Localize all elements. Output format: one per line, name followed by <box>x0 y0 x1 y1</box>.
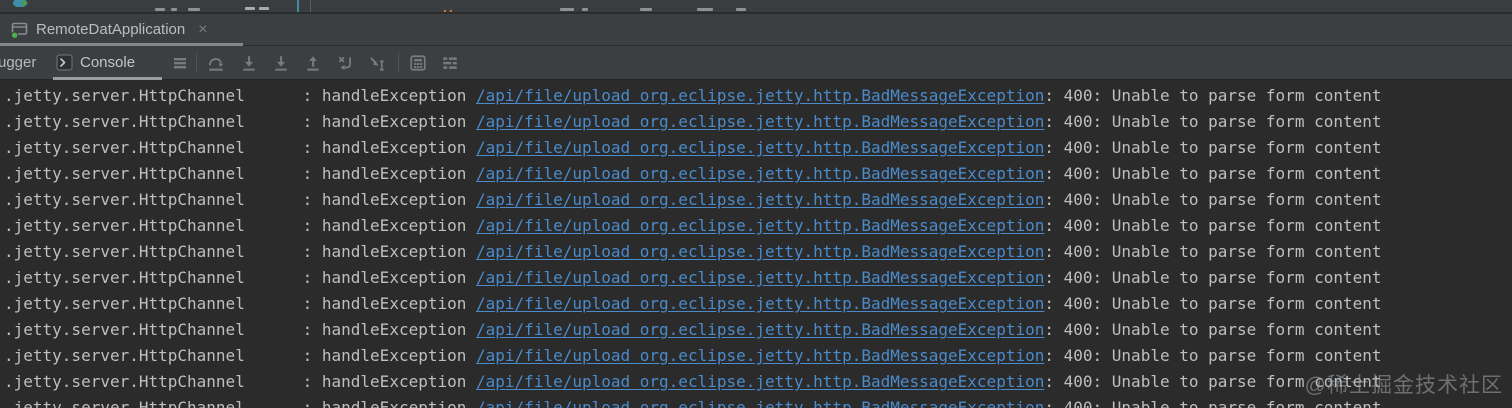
log-error-message: : 400: Unable to parse form content <box>1044 242 1382 261</box>
run-console-frame-icon <box>10 22 28 39</box>
force-step-into-icon[interactable] <box>272 54 290 72</box>
log-error-message: : 400: Unable to parse form content <box>1044 112 1382 131</box>
evaluate-expression-icon[interactable] <box>409 54 427 72</box>
log-line: .jetty.server.HttpChannel : handleExcept… <box>4 343 1512 369</box>
clipped-text-fragment <box>155 8 165 11</box>
log-line: .jetty.server.HttpChannel : handleExcept… <box>4 317 1512 343</box>
log-logger-method: .jetty.server.HttpChannel : handleExcept… <box>4 320 477 339</box>
log-exception-link[interactable]: /api/file/upload org.eclipse.jetty.http.… <box>476 138 1044 157</box>
ide-debug-window: RemoteDatApplication （"文件上传失败，请联系管理员"） .… <box>0 0 1512 408</box>
log-line: .jetty.server.HttpChannel : handleExcept… <box>4 213 1512 239</box>
log-logger-method: .jetty.server.HttpChannel : handleExcept… <box>4 190 477 209</box>
clipped-text-fragment <box>582 8 588 11</box>
log-line: .jetty.server.HttpChannel : handleExcept… <box>4 109 1512 135</box>
clipped-text-fragment <box>640 8 652 11</box>
log-exception-link[interactable]: /api/file/upload org.eclipse.jetty.http.… <box>476 242 1044 261</box>
log-logger-method: .jetty.server.HttpChannel : handleExcept… <box>4 164 477 183</box>
run-to-cursor-icon[interactable] <box>368 54 386 72</box>
clipped-divider-line <box>310 0 311 12</box>
clipped-text-fragment <box>736 8 746 11</box>
clipped-text-fragment <box>171 8 177 11</box>
log-error-message: : 400: Unable to parse form content <box>1044 294 1382 313</box>
run-tab-bar: RemoteDatApplication × <box>0 14 1512 46</box>
log-exception-link[interactable]: /api/file/upload org.eclipse.jetty.http.… <box>476 372 1044 391</box>
log-error-message: : 400: Unable to parse form content <box>1044 372 1382 391</box>
layout-settings-icon[interactable] <box>441 54 459 72</box>
clipped-text-fragment <box>697 8 713 11</box>
run-tab-label: RemoteDatApplication <box>36 21 186 38</box>
clipped-text-fragment <box>188 8 200 11</box>
console-icon <box>56 54 73 71</box>
log-line: .jetty.server.HttpChannel : handleExcept… <box>4 395 1512 408</box>
clipped-text-fragment <box>259 7 269 10</box>
run-tab-remotedatapplication[interactable]: RemoteDatApplication × <box>6 14 212 45</box>
log-logger-method: .jetty.server.HttpChannel : handleExcept… <box>4 294 477 313</box>
log-error-message: : 400: Unable to parse form content <box>1044 268 1382 287</box>
log-logger-method: .jetty.server.HttpChannel : handleExcept… <box>4 398 477 408</box>
log-exception-link[interactable]: /api/file/upload org.eclipse.jetty.http.… <box>476 294 1044 313</box>
log-logger-method: .jetty.server.HttpChannel : handleExcept… <box>4 216 477 235</box>
log-error-message: : 400: Unable to parse form content <box>1044 320 1382 339</box>
log-error-message: : 400: Unable to parse form content <box>1044 398 1382 408</box>
tab-console[interactable]: Console <box>56 46 135 79</box>
log-line: .jetty.server.HttpChannel : handleExcept… <box>4 135 1512 161</box>
log-error-message: : 400: Unable to parse form content <box>1044 346 1382 365</box>
close-tab-icon[interactable]: × <box>198 21 207 38</box>
toolbar-divider <box>398 53 399 73</box>
log-error-message: : 400: Unable to parse form content <box>1044 164 1382 183</box>
log-logger-method: .jetty.server.HttpChannel : handleExcept… <box>4 372 477 391</box>
step-out-icon[interactable] <box>304 54 322 72</box>
log-exception-link[interactable]: /api/file/upload org.eclipse.jetty.http.… <box>476 216 1044 235</box>
log-line: .jetty.server.HttpChannel : handleExcept… <box>4 161 1512 187</box>
log-error-message: : 400: Unable to parse form content <box>1044 86 1382 105</box>
console-output: .jetty.server.HttpChannel : handleExcept… <box>0 80 1512 408</box>
debug-toolbar: ugger Console <box>0 46 1512 80</box>
log-error-message: : 400: Unable to parse form content <box>1044 216 1382 235</box>
log-exception-link[interactable]: /api/file/upload org.eclipse.jetty.http.… <box>476 164 1044 183</box>
clipped-header-content: RemoteDatApplication （"文件上传失败，请联系管理员"） <box>0 0 1512 9</box>
log-exception-link[interactable]: /api/file/upload org.eclipse.jetty.http.… <box>476 268 1044 287</box>
clipped-text-fragment <box>245 7 255 10</box>
log-exception-link[interactable]: /api/file/upload org.eclipse.jetty.http.… <box>476 320 1044 339</box>
log-logger-method: .jetty.server.HttpChannel : handleExcept… <box>4 268 477 287</box>
more-menu-icon[interactable] <box>171 54 189 72</box>
log-line: .jetty.server.HttpChannel : handleExcept… <box>4 83 1512 109</box>
log-logger-method: .jetty.server.HttpChannel : handleExcept… <box>4 86 477 105</box>
log-exception-link[interactable]: /api/file/upload org.eclipse.jetty.http.… <box>476 190 1044 209</box>
log-exception-link[interactable]: /api/file/upload org.eclipse.jetty.http.… <box>476 398 1044 408</box>
toolbar-divider <box>196 53 197 73</box>
log-line: .jetty.server.HttpChannel : handleExcept… <box>4 369 1512 395</box>
log-exception-link[interactable]: /api/file/upload org.eclipse.jetty.http.… <box>476 112 1044 131</box>
clipped-text-fragment <box>560 8 574 11</box>
log-logger-method: .jetty.server.HttpChannel : handleExcept… <box>4 138 477 157</box>
log-logger-method: .jetty.server.HttpChannel : handleExcept… <box>4 242 477 261</box>
step-into-icon[interactable] <box>240 54 258 72</box>
clipped-header-strip: RemoteDatApplication （"文件上传失败，请联系管理员"） .… <box>0 0 1512 13</box>
console-tab-label: Console <box>80 54 136 71</box>
clipped-orange-marks: .. <box>443 0 455 13</box>
log-logger-method: .jetty.server.HttpChannel : handleExcept… <box>4 112 477 131</box>
step-over-icon[interactable] <box>207 54 225 72</box>
log-line: .jetty.server.HttpChannel : handleExcept… <box>4 291 1512 317</box>
log-line: .jetty.server.HttpChannel : handleExcept… <box>4 265 1512 291</box>
log-exception-link[interactable]: /api/file/upload org.eclipse.jetty.http.… <box>476 86 1044 105</box>
log-error-message: : 400: Unable to parse form content <box>1044 190 1382 209</box>
clipped-caret-line <box>297 0 299 12</box>
log-error-message: : 400: Unable to parse form content <box>1044 138 1382 157</box>
log-logger-method: .jetty.server.HttpChannel : handleExcept… <box>4 346 477 365</box>
run-config-cloud-icon <box>13 0 28 7</box>
log-line: .jetty.server.HttpChannel : handleExcept… <box>4 239 1512 265</box>
log-exception-link[interactable]: /api/file/upload org.eclipse.jetty.http.… <box>476 346 1044 365</box>
tab-debugger-partial[interactable]: ugger <box>0 46 36 79</box>
drop-frame-icon[interactable] <box>336 54 354 72</box>
log-line: .jetty.server.HttpChannel : handleExcept… <box>4 187 1512 213</box>
